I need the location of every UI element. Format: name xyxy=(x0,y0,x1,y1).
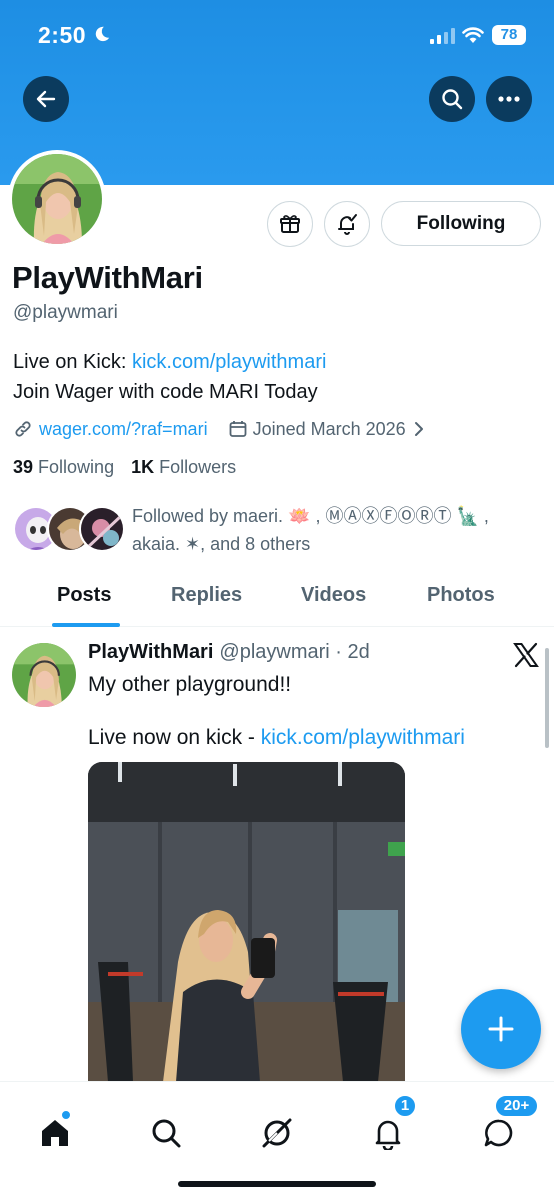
battery-indicator: 78 xyxy=(492,25,526,45)
plus-icon xyxy=(488,1016,514,1042)
gift-icon xyxy=(280,215,300,233)
home-indicator xyxy=(178,1181,376,1187)
tab-photos[interactable]: Photos xyxy=(427,584,495,607)
following-count-link[interactable]: 39 Following xyxy=(13,457,114,477)
followers-count-link[interactable]: 1K Followers xyxy=(131,457,236,477)
notifications-subscribe-button[interactable] xyxy=(324,201,370,247)
profile-tabs: Posts Replies Videos Photos xyxy=(0,572,554,627)
followed-by-text[interactable]: Followed by maeri. 🪷 , ⓂⒶⓍⒻⓄⓇⓉ 🗽 , akaia… xyxy=(132,502,512,558)
display-name: PlayWithMari xyxy=(12,260,203,295)
status-bar: 2:50 78 xyxy=(0,0,554,72)
notifications-icon[interactable] xyxy=(371,1116,405,1150)
profile-photo xyxy=(12,154,102,244)
website-link[interactable]: wager.com/?raf=mari xyxy=(39,419,208,440)
follow-counts: 39 Following 1K Followers xyxy=(13,457,236,478)
scrollbar[interactable] xyxy=(545,648,549,748)
post-avatar-image xyxy=(12,643,76,707)
arrow-left-icon xyxy=(36,90,56,108)
tab-posts[interactable]: Posts xyxy=(57,584,111,607)
post-author-avatar[interactable] xyxy=(12,643,76,707)
post-text-line2: Live now on kick - kick.com/playwithmari xyxy=(88,723,465,753)
mutual-follower-avatar[interactable] xyxy=(79,506,125,552)
tab-replies[interactable]: Replies xyxy=(171,584,242,607)
chevron-right-icon[interactable] xyxy=(412,421,426,437)
tab-videos[interactable]: Videos xyxy=(301,584,366,607)
search-button[interactable] xyxy=(429,76,475,122)
bio-text-line2: Join Wager with code MARI Today xyxy=(13,381,318,403)
messages-badge: 20+ xyxy=(494,1094,539,1118)
profile-bio: Live on Kick: kick.com/playwithmari Join… xyxy=(13,347,326,407)
bell-check-icon xyxy=(338,214,357,235)
post-media-image[interactable] xyxy=(88,762,405,1082)
moon-icon xyxy=(95,26,110,42)
following-count: 39 xyxy=(13,457,34,477)
followed-by-line1: Followed by maeri. 🪷 , ⓂⒶⓍⒻⓄⓇⓉ 🗽 , xyxy=(132,506,489,526)
link-icon xyxy=(15,421,31,437)
post-author-name[interactable]: PlayWithMari xyxy=(88,641,213,664)
following-label: Following xyxy=(38,457,115,477)
wifi-icon xyxy=(462,27,484,43)
gift-button[interactable] xyxy=(267,201,313,247)
bio-kick-link[interactable]: kick.com/playwithmari xyxy=(132,351,326,373)
messages-icon[interactable] xyxy=(482,1116,516,1150)
post-text: My other playground!! xyxy=(88,673,292,696)
search-icon xyxy=(442,89,463,110)
grok-icon[interactable] xyxy=(260,1116,294,1150)
post-link-prefix: Live now on kick - xyxy=(88,726,261,749)
followed-by-line2: akaia. ✶, and 8 others xyxy=(132,534,311,554)
post-handle-time: @playwmari · 2d xyxy=(219,641,370,663)
post-header: PlayWithMari @playwmari · 2d xyxy=(88,641,370,664)
bio-text: Live on Kick: xyxy=(13,351,132,373)
followers-count: 1K xyxy=(131,457,155,477)
status-time: 2:50 xyxy=(38,22,87,48)
signal-icon xyxy=(430,28,455,44)
gym-selfie-photo xyxy=(88,762,405,1082)
mutual-avatar-image-3 xyxy=(81,508,123,550)
profile-meta: wager.com/?raf=mari Joined March 2026 xyxy=(13,417,426,441)
joined-date[interactable]: Joined March 2026 xyxy=(253,419,406,440)
post-kick-link[interactable]: kick.com/playwithmari xyxy=(261,726,465,749)
profile-avatar[interactable] xyxy=(8,150,106,248)
more-options-button[interactable] xyxy=(486,76,532,122)
compose-button[interactable] xyxy=(461,989,541,1069)
following-button[interactable]: Following xyxy=(381,201,541,246)
x-logo-icon xyxy=(513,642,539,668)
profile-handle: @playwmari xyxy=(13,302,118,323)
home-icon[interactable] xyxy=(38,1116,72,1150)
home-unread-dot xyxy=(61,1110,71,1120)
followers-label: Followers xyxy=(159,457,237,477)
calendar-icon xyxy=(229,421,246,437)
back-button[interactable] xyxy=(23,76,69,122)
active-tab-indicator xyxy=(52,623,120,627)
bottom-navigation: 1 20+ xyxy=(0,1081,554,1199)
notifications-badge: 1 xyxy=(393,1094,417,1118)
more-dots-icon xyxy=(498,96,520,102)
search-icon[interactable] xyxy=(149,1116,183,1150)
